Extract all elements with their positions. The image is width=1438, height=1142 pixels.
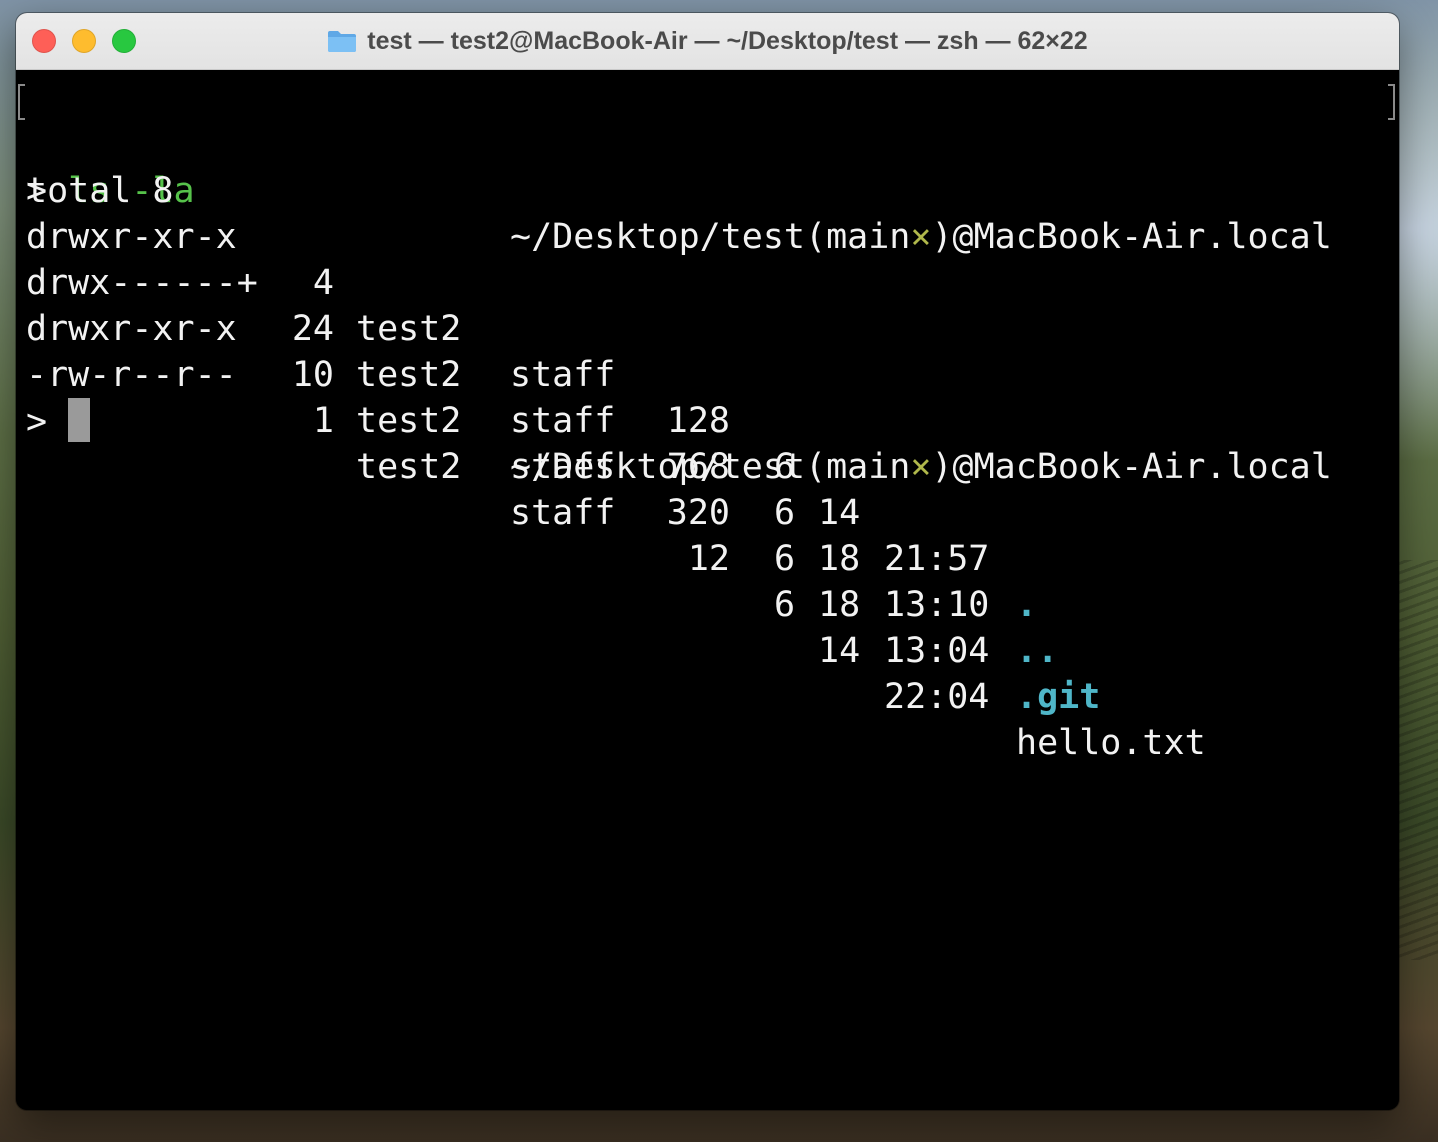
prompt-line-current[interactable]: > ~/Desktop/test(main×)@MacBook-Air.loca… <box>26 352 1399 487</box>
row-month: 6 <box>774 539 796 579</box>
row-size: 128 <box>666 401 730 441</box>
row-time: 21:57 <box>884 539 990 579</box>
listing-row: -rw-r--r-- 1 test2 staff 12 6 14 22:04 h… <box>26 306 1399 763</box>
folder-icon <box>327 29 357 53</box>
row-links: 1 <box>312 401 334 441</box>
row-day: 14 <box>818 493 861 533</box>
listing-row: drwxr-xr-x 4 test2 staff 128 6 14 21:57 … <box>26 168 1399 625</box>
row-month: 6 <box>774 493 796 533</box>
prompt-line-command: > ls -la ~/Desktop/test(main×)@MacBook-A… <box>18 76 1399 257</box>
row-group: staff <box>510 493 616 533</box>
row-day: 18 <box>818 585 861 625</box>
listing-row: drwx------+ 24 test2 staff 768 6 18 13:1… <box>26 214 1399 671</box>
window-title: test — test2@MacBook-Air — ~/Desktop/tes… <box>367 26 1088 55</box>
prompt-bracket-left <box>18 84 25 120</box>
git-dirty-mark: × <box>910 447 932 487</box>
prompt-right-path: ~/Desktop/test(main×)@MacBook-Air.local <box>510 447 1332 487</box>
window-title-group: test — test2@MacBook-Air — ~/Desktop/tes… <box>16 13 1399 69</box>
row-owner: test2 <box>356 401 462 441</box>
row-time: 13:04 <box>884 631 990 671</box>
prompt-symbol: > <box>26 402 48 442</box>
prompt-bracket-right <box>1388 84 1395 120</box>
terminal-content[interactable]: > ls -la ~/Desktop/test(main×)@MacBook-A… <box>16 70 1399 1110</box>
row-name: .. <box>1016 631 1059 671</box>
terminal-window[interactable]: test — test2@MacBook-Air — ~/Desktop/tes… <box>16 13 1399 1110</box>
row-day: 18 <box>818 539 861 579</box>
row-name: hello.txt <box>1016 723 1206 763</box>
row-name: .git <box>1016 677 1101 717</box>
row-owner: test2 <box>356 447 462 487</box>
row-day: 14 <box>818 631 861 671</box>
output-total: total 8 <box>26 171 174 211</box>
text-cursor[interactable] <box>68 398 91 442</box>
listing-row: drwxr-xr-x 10 test2 staff 320 6 18 13:04… <box>26 260 1399 717</box>
title-bar[interactable]: test — test2@MacBook-Air — ~/Desktop/tes… <box>16 13 1399 70</box>
row-size: 12 <box>687 539 730 579</box>
row-name: . <box>1016 585 1038 625</box>
row-group: staff <box>510 401 616 441</box>
row-time: 22:04 <box>884 677 990 717</box>
row-size: 320 <box>666 493 730 533</box>
row-month: 6 <box>774 585 796 625</box>
row-time: 13:10 <box>884 585 990 625</box>
